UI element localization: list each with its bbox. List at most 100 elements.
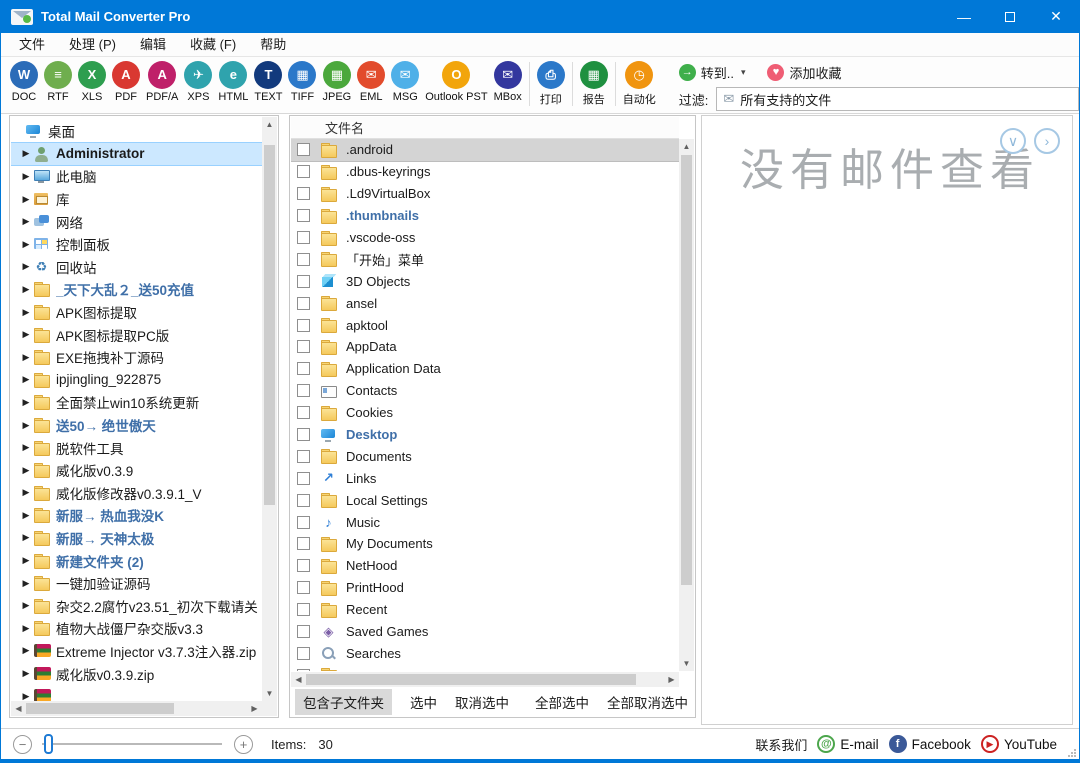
menu-item[interactable]: 编辑 — [128, 33, 178, 57]
convert-outlookpst-button[interactable]: OOutlook PST — [422, 60, 490, 104]
convert-mbox-button[interactable]: ✉MBox — [491, 60, 525, 104]
row-checkbox[interactable] — [297, 603, 310, 616]
expander-icon[interactable]: ▶ — [19, 239, 33, 250]
tree-item[interactable]: ▶全面禁止win10系统更新 — [11, 391, 262, 414]
minimize-button[interactable]: — — [941, 0, 987, 33]
file-row[interactable] — [291, 664, 679, 671]
tree-item[interactable]: ▶威化版v0.3.9 — [11, 459, 262, 482]
expander-icon[interactable]: ▶ — [19, 532, 33, 543]
file-row[interactable]: ♪Music — [291, 511, 679, 533]
action-button[interactable]: 全部取消选中 — [599, 689, 696, 715]
youtube-link[interactable]: ▶YouTube — [981, 735, 1057, 753]
tree-item[interactable]: ▶威化版v0.3.9.zip — [11, 662, 262, 685]
expander-icon[interactable]: ▶ — [19, 261, 33, 272]
tree-item[interactable]: ▶杂交2.2腐竹v23.51_初次下载请关 — [11, 594, 262, 617]
convert-tiff-button[interactable]: ▦TIFF — [285, 60, 319, 104]
action-button[interactable]: 全部选中 — [527, 689, 597, 715]
expander-icon[interactable]: ▶ — [19, 442, 33, 453]
scroll-up-icon[interactable]: ▲ — [679, 139, 694, 154]
row-checkbox[interactable] — [297, 275, 310, 288]
row-checkbox[interactable] — [297, 472, 310, 485]
action-button[interactable]: 包含子文件夹 — [295, 689, 392, 715]
convert-doc-button[interactable]: WDOC — [7, 60, 41, 104]
tool-自动化-button[interactable]: ◷自动化 — [620, 60, 659, 108]
expander-icon[interactable]: ▶ — [19, 420, 33, 431]
file-row[interactable]: Application Data — [291, 358, 679, 380]
row-checkbox[interactable] — [297, 362, 310, 375]
file-row[interactable]: PrintHood — [291, 577, 679, 599]
tree-item[interactable]: 桌面 — [11, 120, 262, 143]
tree-item[interactable]: ▶库 — [11, 188, 262, 211]
facebook-link[interactable]: fFacebook — [889, 735, 971, 753]
tree-item[interactable]: ▶_天下大乱２_送50充值 — [11, 278, 262, 301]
row-checkbox[interactable] — [297, 187, 310, 200]
file-row[interactable]: Searches — [291, 642, 679, 664]
menu-item[interactable]: 处理 (P) — [57, 33, 128, 57]
row-checkbox[interactable] — [297, 297, 310, 310]
close-button[interactable]: ✕ — [1033, 0, 1079, 33]
tree-item[interactable]: ▶ — [11, 685, 262, 701]
file-row[interactable]: ◈Saved Games — [291, 621, 679, 643]
convert-pdf-button[interactable]: APDF — [109, 60, 143, 104]
row-checkbox[interactable] — [297, 516, 310, 529]
expander-icon[interactable]: ▶ — [19, 329, 33, 340]
filter-select[interactable]: ✉ 所有支持的文件 — [716, 87, 1079, 111]
tree-item[interactable]: ▶Administrator — [11, 143, 262, 166]
file-row[interactable]: .vscode-oss — [291, 227, 679, 249]
convert-html-button[interactable]: eHTML — [215, 60, 251, 104]
scroll-left-icon[interactable]: ◀ — [291, 672, 306, 687]
convert-text-button[interactable]: TTEXT — [251, 60, 285, 104]
menu-item[interactable]: 文件 — [7, 33, 57, 57]
expander-icon[interactable]: ▶ — [19, 600, 33, 611]
e-mail-link[interactable]: @E-mail — [817, 735, 878, 753]
tree-item[interactable]: ▶控制面板 — [11, 233, 262, 256]
expander-icon[interactable]: ▶ — [19, 148, 33, 159]
row-checkbox[interactable] — [297, 406, 310, 419]
chevron-right-button[interactable]: › — [1034, 128, 1060, 154]
scroll-up-icon[interactable]: ▲ — [262, 117, 277, 132]
tool-报告-button[interactable]: ▦报告 — [577, 60, 611, 108]
tree-item[interactable]: ▶送50→ 绝世傲天 — [11, 414, 262, 437]
tree-item[interactable]: ▶脱软件工具 — [11, 436, 262, 459]
expander-icon[interactable]: ▶ — [19, 645, 33, 656]
tree-item[interactable]: ▶新建文件夹 (2) — [11, 549, 262, 572]
file-row[interactable]: Local Settings — [291, 489, 679, 511]
file-row[interactable]: Cookies — [291, 402, 679, 424]
tool-打印-button[interactable]: ⎙打印 — [534, 60, 568, 108]
tree-vertical-scrollbar[interactable]: ▲ ▼ — [262, 117, 277, 701]
file-row[interactable]: apktool — [291, 314, 679, 336]
list-horizontal-scrollbar[interactable]: ◀ ▶ — [291, 672, 679, 687]
expander-icon[interactable]: ▶ — [19, 465, 33, 476]
expander-icon[interactable]: ▶ — [19, 352, 33, 363]
tree-item[interactable]: ▶APK图标提取 — [11, 301, 262, 324]
expander-icon[interactable]: ▶ — [19, 487, 33, 498]
row-checkbox[interactable] — [297, 537, 310, 550]
expander-icon[interactable]: ▶ — [19, 668, 33, 679]
convert-xps-button[interactable]: ✈XPS — [181, 60, 215, 104]
row-checkbox[interactable] — [297, 625, 310, 638]
row-checkbox[interactable] — [297, 647, 310, 660]
convert-rtf-button[interactable]: ≡RTF — [41, 60, 75, 104]
chevron-down-button[interactable]: ∨ — [1000, 128, 1026, 154]
tree-horizontal-scrollbar[interactable]: ◀ ▶ — [11, 701, 262, 716]
file-row[interactable]: ↗Links — [291, 467, 679, 489]
filename-column-header[interactable]: 文件名 — [291, 117, 679, 139]
tree-item[interactable]: ▶网络 — [11, 210, 262, 233]
file-row[interactable]: .android — [291, 139, 679, 161]
file-row[interactable]: Documents — [291, 445, 679, 467]
tree-item[interactable]: ▶APK图标提取PC版 — [11, 323, 262, 346]
add-favorite-button[interactable]: ♥ 添加收藏 — [767, 63, 841, 82]
file-row[interactable]: Recent — [291, 599, 679, 621]
expander-icon[interactable]: ▶ — [19, 578, 33, 589]
file-row[interactable]: .thumbnails — [291, 205, 679, 227]
row-checkbox[interactable] — [297, 559, 310, 572]
row-checkbox[interactable] — [297, 450, 310, 463]
resize-grip[interactable] — [1067, 748, 1076, 757]
list-vscroll-thumb[interactable] — [681, 155, 692, 585]
row-checkbox[interactable] — [297, 165, 310, 178]
tree-item[interactable]: ▶♻回收站 — [11, 256, 262, 279]
file-row[interactable]: NetHood — [291, 555, 679, 577]
expander-icon[interactable]: ▶ — [19, 307, 33, 318]
action-button[interactable]: 取消选中 — [447, 689, 517, 715]
convert-msg-button[interactable]: ✉MSG — [388, 60, 422, 104]
